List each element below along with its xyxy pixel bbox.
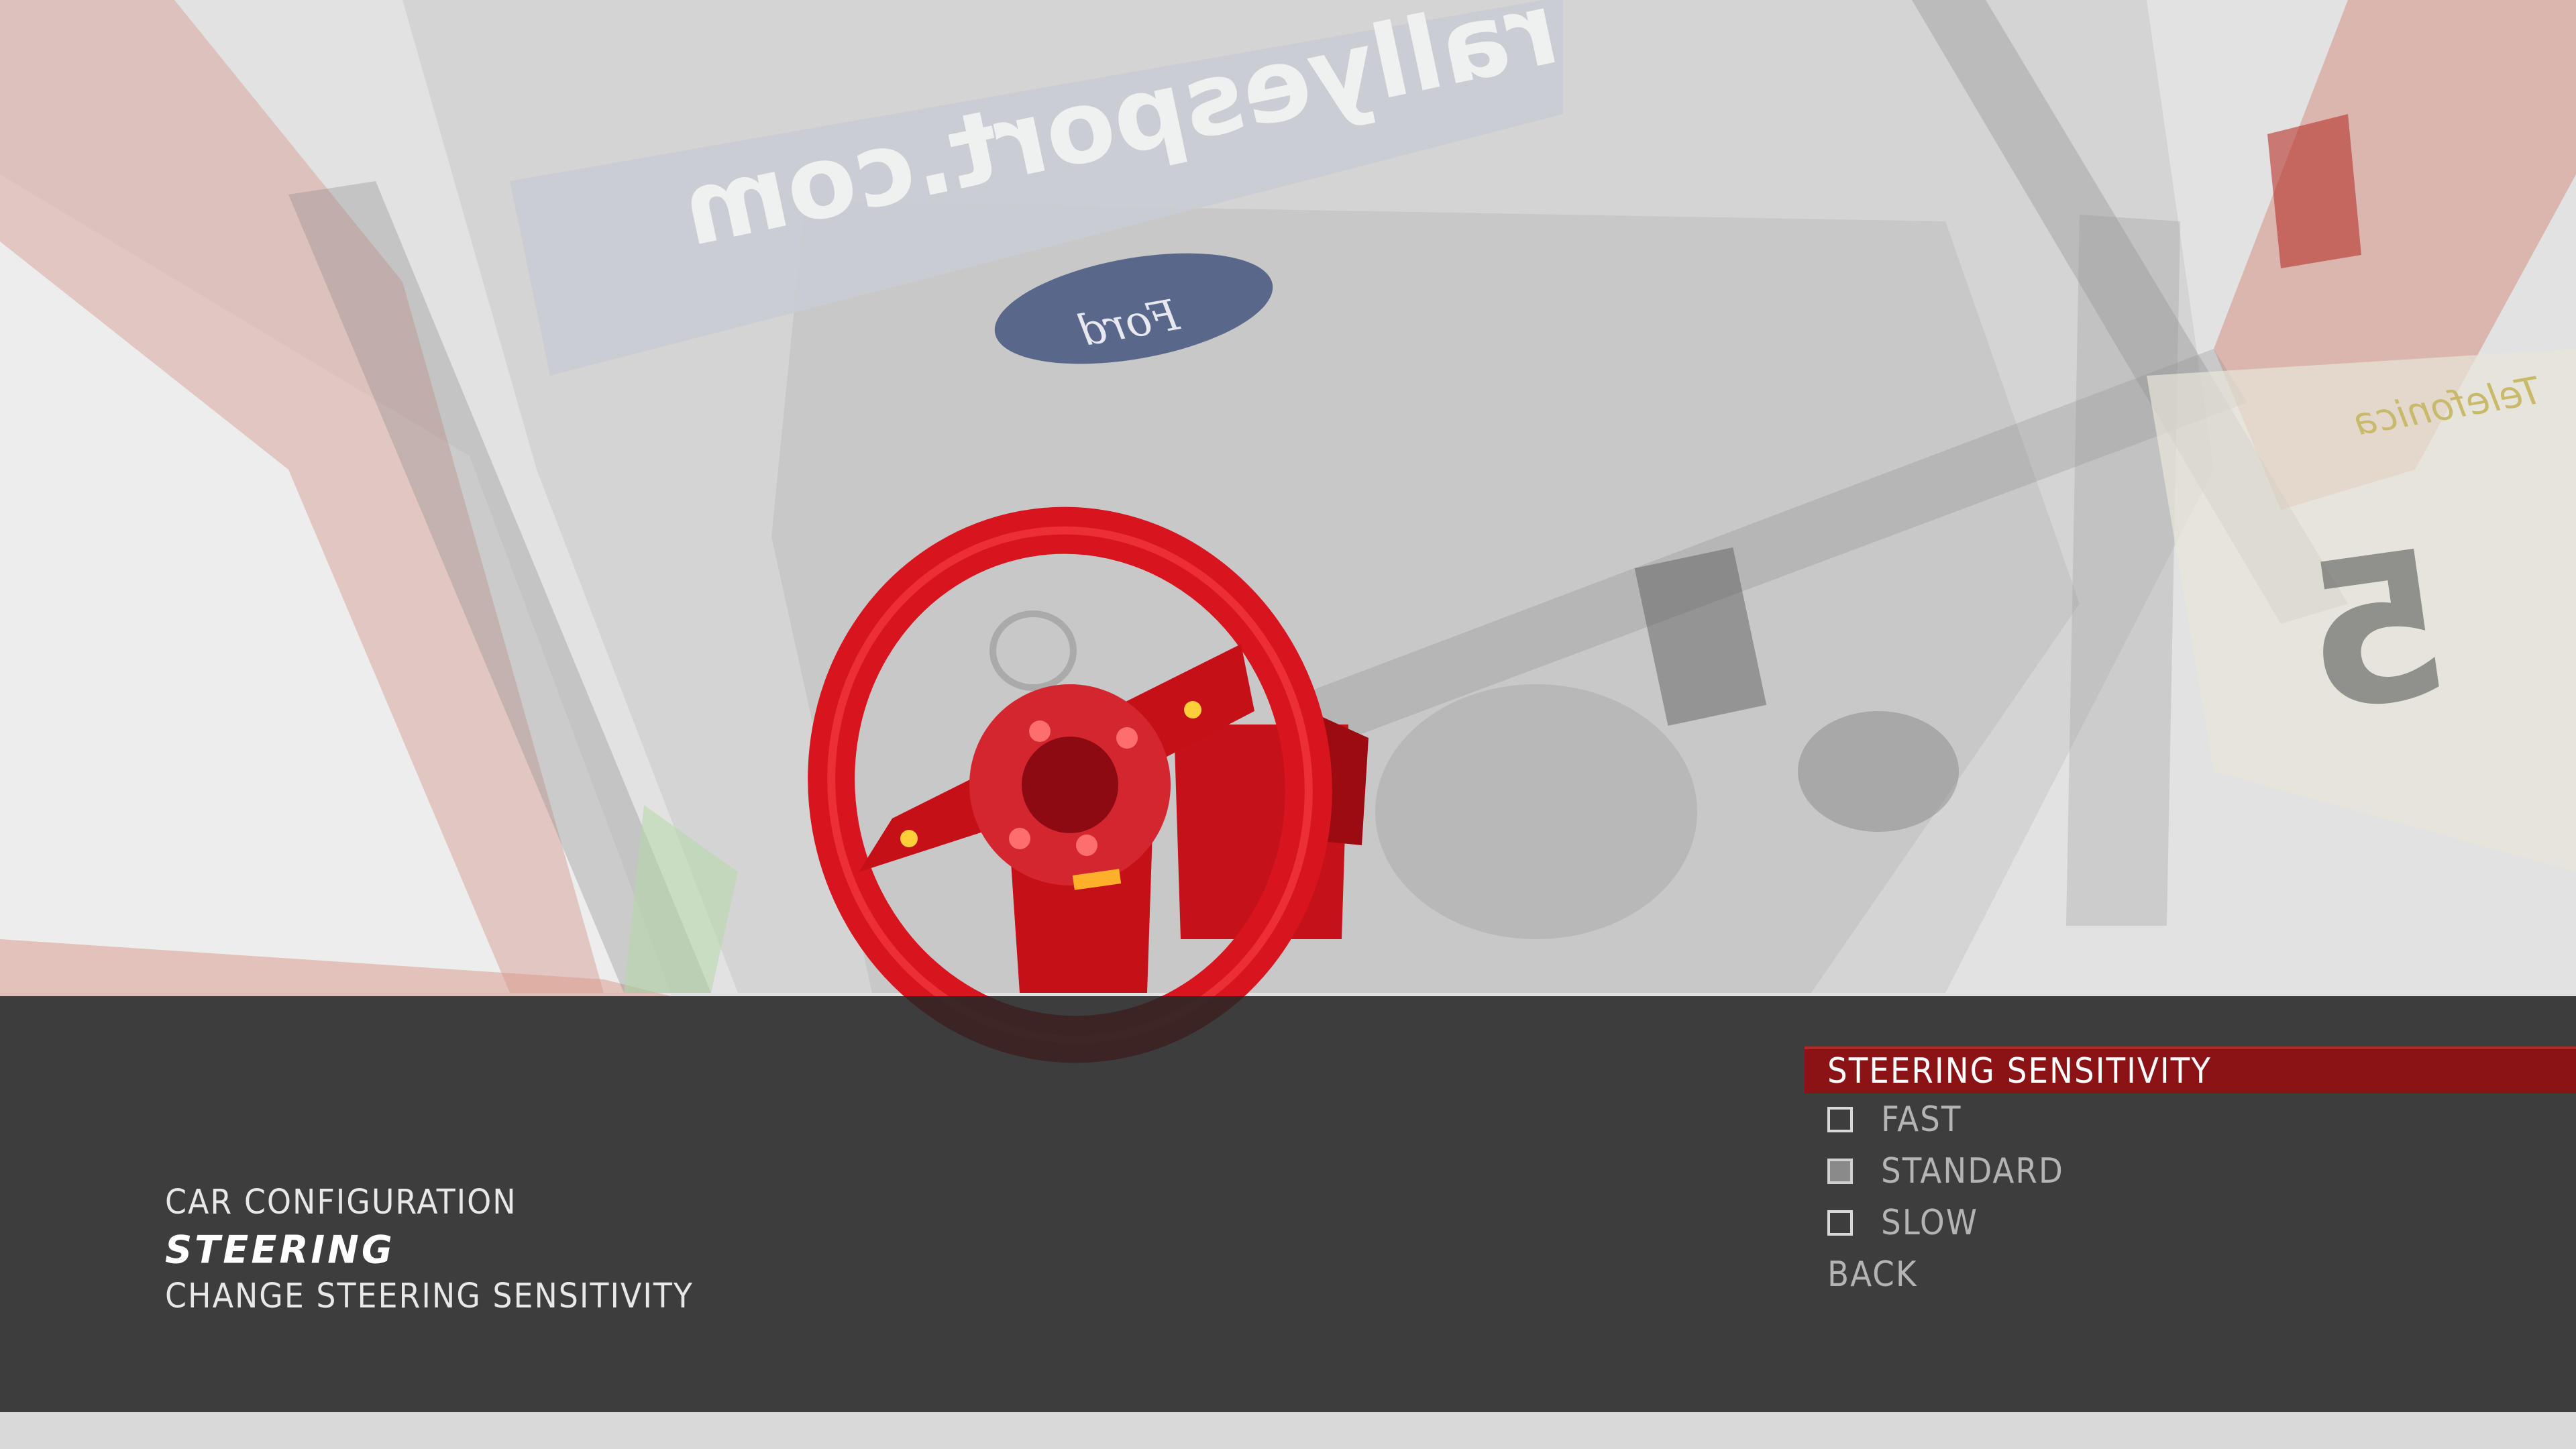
option-standard[interactable]: STANDARD [1805, 1145, 2576, 1197]
screen-title: STEERING [165, 1226, 395, 1273]
menu-header-label: STEERING SENSITIVITY [1827, 1051, 2212, 1091]
checkbox-slow[interactable] [1827, 1210, 1853, 1236]
menu-header-steering-sensitivity[interactable]: STEERING SENSITIVITY [1805, 1046, 2576, 1093]
hud-bottom-strip [0, 1412, 2576, 1449]
option-slow-label: SLOW [1881, 1202, 1978, 1243]
back-button[interactable]: BACK [1805, 1248, 2576, 1300]
option-standard-label: STANDARD [1881, 1150, 2064, 1191]
checkbox-fast[interactable] [1827, 1106, 1853, 1132]
checkbox-standard[interactable] [1827, 1158, 1853, 1184]
option-fast[interactable]: FAST [1805, 1093, 2576, 1145]
option-fast-label: FAST [1881, 1099, 1962, 1140]
back-button-label: BACK [1827, 1254, 1918, 1295]
screen-info: CAR CONFIGURATION STEERING CHANGE STEERI… [165, 1179, 694, 1320]
section-label: CAR CONFIGURATION [165, 1183, 517, 1222]
option-slow[interactable]: SLOW [1805, 1197, 2576, 1248]
screen-description: CHANGE STEERING SENSITIVITY [165, 1277, 694, 1316]
steering-sensitivity-menu: STEERING SENSITIVITY FAST STANDARD SLOW … [1805, 1046, 2576, 1300]
